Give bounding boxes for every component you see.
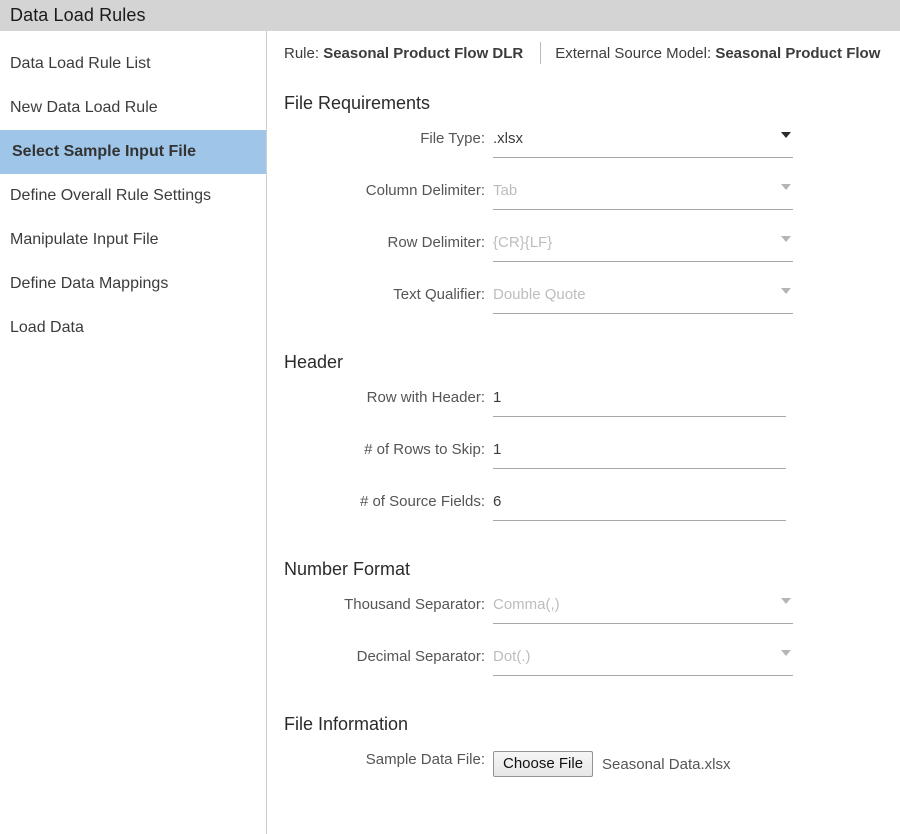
row-delimiter-select: {CR}{LF} bbox=[493, 230, 793, 262]
file-type-value: .xlsx bbox=[493, 130, 523, 147]
section-heading-number-format: Number Format bbox=[284, 559, 411, 579]
sidebar-item-label: Define Data Mappings bbox=[10, 275, 169, 292]
file-picker: Choose File Seasonal Data.xlsx bbox=[493, 747, 730, 781]
field-row-rows-to-skip: # of Rows to Skip: 1 bbox=[284, 437, 900, 489]
column-delimiter-select: Tab bbox=[493, 178, 793, 210]
sidebar-item-select-sample-input-file[interactable]: Select Sample Input File bbox=[0, 130, 266, 174]
field-row-text-qualifier: Text Qualifier: Double Quote bbox=[284, 282, 900, 334]
field-row-decimal-separator: Decimal Separator: Dot(.) bbox=[284, 644, 900, 696]
chevron-down-icon bbox=[781, 650, 791, 656]
sidebar-item-label: New Data Load Rule bbox=[10, 99, 158, 116]
window-title-bar: Data Load Rules bbox=[0, 0, 900, 31]
page-title: Data Load Rules bbox=[10, 5, 146, 25]
thousand-separator-value: Comma(,) bbox=[493, 596, 560, 613]
source-fields-value: 6 bbox=[493, 493, 502, 510]
sidebar-item-define-overall-rule-settings[interactable]: Define Overall Rule Settings bbox=[0, 174, 266, 218]
sidebar-item-label: Load Data bbox=[10, 319, 84, 336]
field-row-sample-data-file: Sample Data File: Choose File Seasonal D… bbox=[284, 747, 900, 799]
sidebar-item-label: Manipulate Input File bbox=[10, 231, 159, 248]
row-with-header-value: 1 bbox=[493, 389, 502, 406]
chevron-down-icon bbox=[781, 184, 791, 190]
chevron-down-icon bbox=[781, 598, 791, 604]
chevron-down-icon bbox=[781, 236, 791, 242]
row-with-header-label: Row with Header: bbox=[366, 389, 485, 406]
field-row-row-with-header: Row with Header: 1 bbox=[284, 385, 900, 437]
source-fields-input[interactable]: 6 bbox=[493, 489, 786, 521]
column-delimiter-value: Tab bbox=[493, 182, 518, 199]
sample-data-file-label: Sample Data File: bbox=[365, 751, 485, 768]
row-with-header-input[interactable]: 1 bbox=[493, 385, 786, 417]
file-type-select[interactable]: .xlsx bbox=[493, 126, 793, 158]
rows-to-skip-input[interactable]: 1 bbox=[493, 437, 786, 469]
thousand-separator-select: Comma(,) bbox=[493, 592, 793, 624]
sidebar-item-label: Define Overall Rule Settings bbox=[10, 187, 211, 204]
sidebar-item-define-data-mappings[interactable]: Define Data Mappings bbox=[0, 262, 266, 306]
breadcrumb: Rule: Seasonal Product Flow DLR External… bbox=[284, 31, 900, 75]
file-type-label: File Type: bbox=[420, 130, 485, 147]
source-fields-label: # of Source Fields: bbox=[359, 493, 485, 510]
app-body: Data Load Rule List New Data Load Rule S… bbox=[0, 31, 900, 834]
field-row-thousand-separator: Thousand Separator: Comma(,) bbox=[284, 592, 900, 644]
section-heading-file-requirements: File Requirements bbox=[284, 93, 431, 113]
external-source-model-label: External Source Model: bbox=[555, 44, 712, 62]
rows-to-skip-value: 1 bbox=[493, 441, 502, 458]
text-qualifier-select: Double Quote bbox=[493, 282, 793, 314]
breadcrumb-divider bbox=[540, 42, 542, 64]
thousand-separator-label: Thousand Separator: bbox=[344, 596, 485, 613]
sidebar-nav: Data Load Rule List New Data Load Rule S… bbox=[0, 31, 267, 834]
decimal-separator-select: Dot(.) bbox=[493, 644, 793, 676]
section-heading-header: Header bbox=[284, 352, 344, 372]
field-row-source-fields: # of Source Fields: 6 bbox=[284, 489, 900, 541]
text-qualifier-value: Double Quote bbox=[493, 286, 586, 303]
section-heading-file-information: File Information bbox=[284, 714, 409, 734]
main-content: Rule: Seasonal Product Flow DLR External… bbox=[267, 31, 900, 834]
rule-label: Rule: bbox=[284, 44, 320, 62]
sidebar-item-new-data-load-rule[interactable]: New Data Load Rule bbox=[0, 86, 266, 130]
sidebar-item-label: Select Sample Input File bbox=[12, 143, 197, 160]
field-row-column-delimiter: Column Delimiter: Tab bbox=[284, 178, 900, 230]
external-source-model-value: Seasonal Product Flow bbox=[715, 44, 881, 62]
sidebar-item-label: Data Load Rule List bbox=[10, 55, 151, 72]
sidebar-item-load-data[interactable]: Load Data bbox=[0, 306, 266, 350]
rule-value: Seasonal Product Flow DLR bbox=[323, 44, 524, 62]
sidebar-item-data-load-rule-list[interactable]: Data Load Rule List bbox=[0, 42, 266, 86]
column-delimiter-label: Column Delimiter: bbox=[365, 182, 485, 199]
choose-file-button[interactable]: Choose File bbox=[493, 751, 594, 777]
rows-to-skip-label: # of Rows to Skip: bbox=[364, 441, 485, 458]
row-delimiter-value: {CR}{LF} bbox=[493, 234, 553, 251]
decimal-separator-value: Dot(.) bbox=[493, 648, 531, 665]
chevron-down-icon[interactable] bbox=[781, 132, 791, 138]
decimal-separator-label: Decimal Separator: bbox=[356, 648, 485, 665]
field-row-file-type: File Type: .xlsx bbox=[284, 126, 900, 178]
selected-file-name: Seasonal Data.xlsx bbox=[602, 755, 731, 773]
text-qualifier-label: Text Qualifier: bbox=[393, 286, 485, 303]
sidebar-item-manipulate-input-file[interactable]: Manipulate Input File bbox=[0, 218, 266, 262]
chevron-down-icon bbox=[781, 288, 791, 294]
field-row-row-delimiter: Row Delimiter: {CR}{LF} bbox=[284, 230, 900, 282]
row-delimiter-label: Row Delimiter: bbox=[387, 234, 485, 251]
